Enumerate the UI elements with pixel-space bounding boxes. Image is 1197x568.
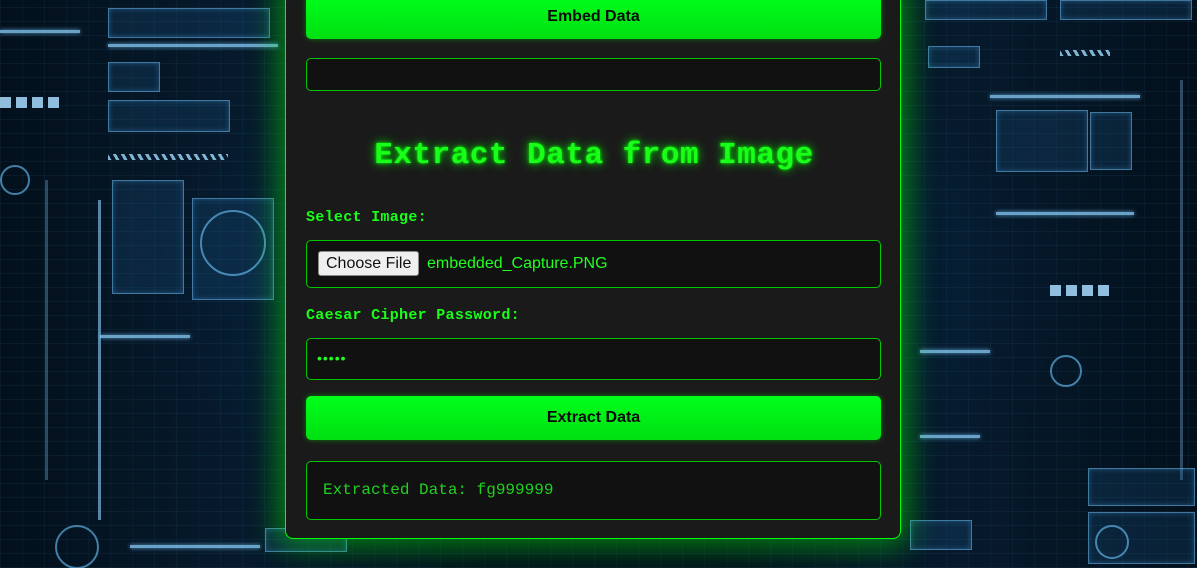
hud-panel (1088, 468, 1195, 506)
extract-data-button[interactable]: Extract Data (306, 396, 881, 440)
hud-bar (108, 44, 278, 47)
hud-ring (200, 210, 266, 276)
hud-panel (1090, 112, 1132, 170)
hud-panel (108, 100, 230, 132)
password-label: Caesar Cipher Password: (306, 307, 520, 324)
password-input[interactable]: ••••• (306, 338, 881, 380)
hud-ring (1095, 525, 1129, 559)
hud-square (1082, 285, 1093, 296)
select-image-label: Select Image: (306, 209, 427, 226)
hud-panel (910, 520, 972, 550)
embed-output-box (306, 58, 881, 91)
hud-panel (108, 8, 270, 38)
hud-bar (990, 95, 1140, 98)
hud-square (1098, 285, 1109, 296)
hud-bar (920, 350, 990, 353)
hud-panel (112, 180, 184, 294)
extract-section-title: Extract Data from Image (374, 138, 814, 173)
steganography-card: Embed Data Extract Data from Image Selec… (285, 0, 901, 539)
embed-data-button[interactable]: Embed Data (306, 0, 881, 39)
hud-panel (108, 62, 160, 92)
hud-bar (920, 435, 980, 438)
hud-hatch (108, 154, 228, 160)
hud-ring (55, 525, 99, 568)
hud-bar (130, 545, 260, 548)
extracted-result-box: Extracted Data: fg999999 (306, 461, 881, 520)
password-value: ••••• (317, 350, 347, 366)
hud-vbar (45, 180, 48, 480)
hud-square (32, 97, 43, 108)
hud-vbar (98, 200, 101, 520)
choose-file-button[interactable]: Choose File (318, 251, 420, 276)
selected-file-name: embedded_Capture.PNG (427, 255, 608, 272)
hud-bar (100, 335, 190, 338)
hud-vbar (1180, 80, 1183, 480)
hud-square (48, 97, 59, 108)
hud-bar (0, 30, 80, 33)
hud-panel (996, 110, 1088, 172)
hud-panel (925, 0, 1047, 20)
hud-square (0, 97, 11, 108)
hud-ring (0, 165, 30, 195)
file-input[interactable]: Choose File embedded_Capture.PNG (306, 240, 881, 288)
hud-hatch (1060, 50, 1110, 56)
hud-bar (996, 212, 1134, 215)
hud-panel (1060, 0, 1192, 20)
hud-square (16, 97, 27, 108)
hud-ring (1050, 355, 1082, 387)
hud-panel (928, 46, 980, 68)
hud-square (1066, 285, 1077, 296)
extracted-result-text: Extracted Data: fg999999 (323, 481, 554, 499)
hud-square (1050, 285, 1061, 296)
